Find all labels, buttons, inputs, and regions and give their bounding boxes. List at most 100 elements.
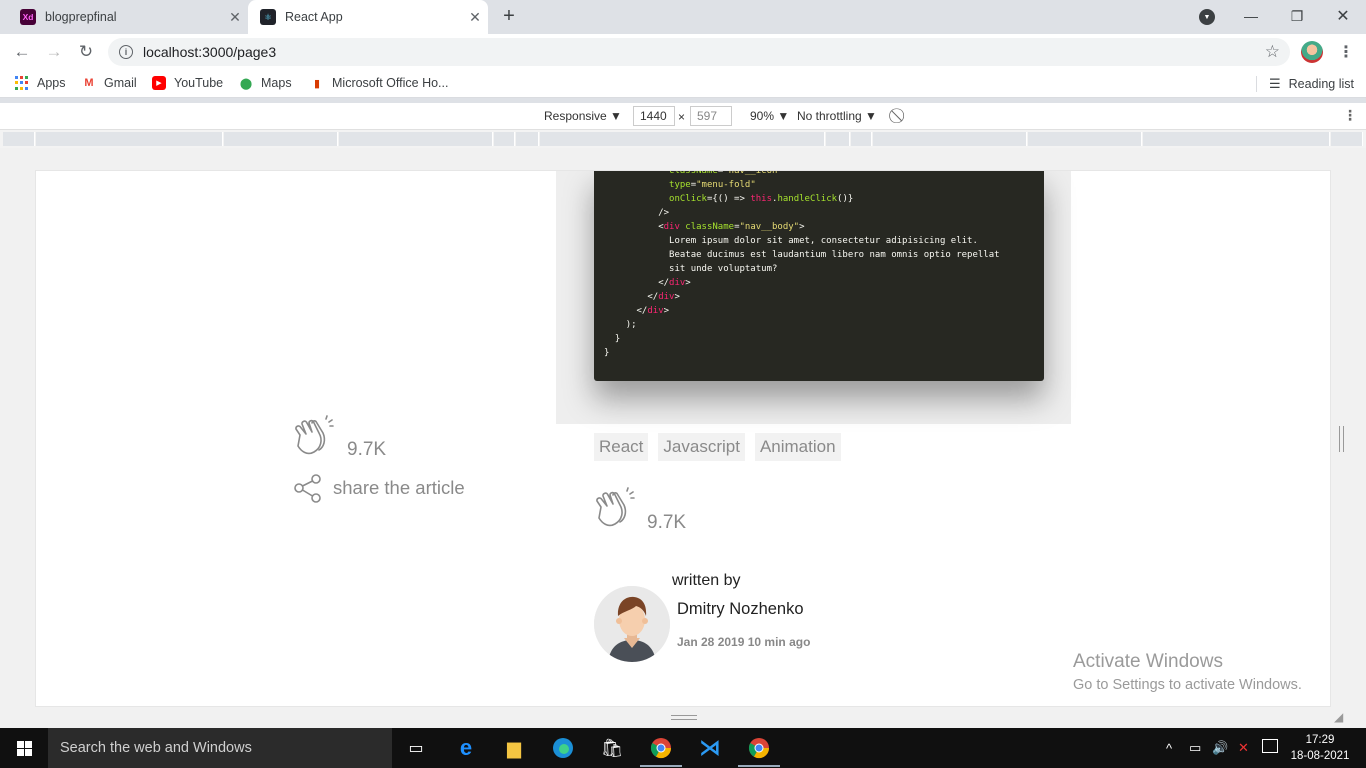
bookmark-office[interactable]: ▮ Microsoft Office Ho... <box>310 76 449 90</box>
media-query-segment[interactable] <box>339 132 493 146</box>
tab-strip: Xd blogprepfinal ✕ ⚛ React App ✕ + ▼ — ❐… <box>0 0 1366 34</box>
profile-avatar[interactable] <box>1301 41 1323 63</box>
more-options-icon[interactable]: ⋮ <box>1343 107 1357 124</box>
media-query-segment[interactable] <box>851 132 872 146</box>
address-bar[interactable]: i localhost:3000/page3 ☆ <box>108 38 1290 66</box>
share-icon <box>294 474 321 503</box>
forward-arrow-icon[interactable]: → <box>41 39 67 65</box>
minimize-button[interactable]: — <box>1228 0 1274 32</box>
code-line: onClick={() => this.handleClick()} <box>669 194 854 204</box>
activate-windows-watermark: Activate Windows Go to Settings to activ… <box>1073 651 1302 693</box>
code-line: type="menu-fold" <box>669 180 756 190</box>
battery-icon[interactable]: ▭ <box>1189 728 1201 768</box>
show-hidden-icons-icon[interactable]: ^ <box>1166 728 1172 768</box>
side-clap-icon[interactable] <box>292 415 336 459</box>
device-select[interactable]: Responsive ▼ <box>544 109 622 123</box>
site-info-icon[interactable]: i <box>119 45 133 59</box>
edge-icon[interactable] <box>548 734 578 762</box>
kebab-menu-icon[interactable]: ⋮ <box>1338 42 1354 62</box>
tag-react[interactable]: React <box>594 433 649 461</box>
media-query-segment[interactable] <box>36 132 223 146</box>
close-tab-icon[interactable]: ✕ <box>462 9 488 26</box>
media-query-segment[interactable] <box>1331 132 1363 146</box>
watermark-title: Activate Windows <box>1073 651 1223 672</box>
share-label: share the article <box>333 477 465 498</box>
clock-date: 18-08-2021 <box>1290 750 1350 762</box>
taskbar-search-input[interactable]: Search the web and Windows <box>48 728 392 768</box>
store-icon[interactable]: 🛍 <box>597 734 627 762</box>
tab-blogprepfinal[interactable]: Xd blogprepfinal ✕ <box>8 0 248 34</box>
task-view-icon[interactable]: ▭ <box>401 734 431 762</box>
author-avatar[interactable] <box>594 586 670 662</box>
bookmark-youtube[interactable]: ▶ YouTube <box>152 76 223 90</box>
zoom-select[interactable]: 90% ▼ <box>750 109 789 123</box>
media-query-segment[interactable] <box>1143 132 1330 146</box>
url-text[interactable]: localhost:3000/page3 <box>143 44 276 60</box>
bookmark-gmail[interactable]: M Gmail <box>82 76 136 90</box>
chrome-icon[interactable] <box>738 734 780 767</box>
close-window-button[interactable]: ✕ <box>1320 0 1366 32</box>
bookmark-maps[interactable]: ⬤ Maps <box>239 76 292 90</box>
tab-search-icon[interactable]: ▼ <box>1199 9 1215 25</box>
chrome-icon[interactable] <box>640 734 682 767</box>
media-query-segment[interactable] <box>494 132 515 146</box>
start-button[interactable] <box>0 728 48 768</box>
share-article-link[interactable]: share the article <box>293 473 465 503</box>
clap-icon[interactable] <box>593 487 637 531</box>
close-tab-icon[interactable]: ✕ <box>222 9 248 26</box>
tag-animation[interactable]: Animation <box>754 433 841 461</box>
watermark-subtitle: Go to Settings to activate Windows. <box>1073 677 1302 693</box>
clock-time: 17:29 <box>1305 734 1335 746</box>
restore-button[interactable]: ❐ <box>1274 0 1320 32</box>
clap-count: 9.7K <box>647 512 687 533</box>
width-input[interactable]: 1440 <box>633 106 675 126</box>
code-line: className="nav__icon" <box>669 170 783 176</box>
tab-react-app[interactable]: ⚛ React App ✕ <box>248 0 488 34</box>
viewport-width-resize-handle[interactable] <box>1339 426 1344 452</box>
youtube-icon: ▶ <box>152 76 166 90</box>
dimension-separator: × <box>678 110 686 124</box>
reload-icon[interactable]: ↻ <box>73 39 99 65</box>
code-snippet: className="nav__icon" type="menu-fold" o… <box>604 170 1000 360</box>
media-query-bar[interactable] <box>0 130 1366 148</box>
notification-icon[interactable] <box>1262 739 1278 753</box>
file-explorer-icon[interactable]: ▆ <box>499 734 529 762</box>
throttling-select[interactable]: No throttling ▼ <box>797 109 877 123</box>
adobe-xd-icon: Xd <box>20 9 36 25</box>
code-line: } <box>604 348 610 358</box>
reading-list-icon: ☰ <box>1269 76 1281 91</box>
taskbar-clock[interactable]: 17:29 18-08-2021 <box>1287 732 1353 764</box>
tag-javascript[interactable]: Javascript <box>658 433 745 461</box>
tag-list: React Javascript Animation <box>594 433 841 461</box>
height-input[interactable]: 597 <box>690 106 732 126</box>
edge-legacy-icon[interactable]: e <box>451 734 481 762</box>
author-name[interactable]: Dmitry Nozhenko <box>677 600 804 619</box>
code-line: } <box>614 334 621 344</box>
vscode-icon[interactable]: ⋊ <box>695 734 725 762</box>
code-image-frame: className="nav__icon" type="menu-fold" o… <box>556 170 1071 424</box>
media-query-segment[interactable] <box>516 132 539 146</box>
back-arrow-icon[interactable]: ← <box>9 39 35 65</box>
media-query-segment[interactable] <box>540 132 825 146</box>
new-tab-button[interactable]: + <box>497 5 521 29</box>
code-line: </div> <box>647 292 680 302</box>
media-query-segment[interactable] <box>224 132 338 146</box>
apps-grid-icon <box>15 76 29 90</box>
bookmark-star-icon[interactable]: ☆ <box>1265 42 1280 62</box>
media-query-segment[interactable] <box>873 132 1027 146</box>
network-icon[interactable]: ✕ <box>1238 728 1249 768</box>
media-query-segment[interactable] <box>826 132 850 146</box>
viewport-height-resize-handle[interactable] <box>671 715 697 720</box>
bookmark-apps[interactable]: Apps <box>15 76 66 90</box>
viewport-corner-resize-handle[interactable]: ◢ <box>1334 710 1348 724</box>
reading-list-button[interactable]: ☰ Reading list <box>1256 76 1354 92</box>
media-query-segment[interactable] <box>3 132 35 146</box>
volume-icon[interactable]: 🔊 <box>1212 728 1228 768</box>
code-line: Beatae ducimus est laudantium libero nam… <box>669 250 1000 260</box>
bookmark-label: Microsoft Office Ho... <box>332 76 449 90</box>
code-snippet-image: className="nav__icon" type="menu-fold" o… <box>594 170 1044 381</box>
media-query-segment[interactable] <box>1028 132 1142 146</box>
tab-title: React App <box>285 10 343 24</box>
tab-title: blogprepfinal <box>45 10 117 24</box>
react-icon: ⚛ <box>260 9 276 25</box>
